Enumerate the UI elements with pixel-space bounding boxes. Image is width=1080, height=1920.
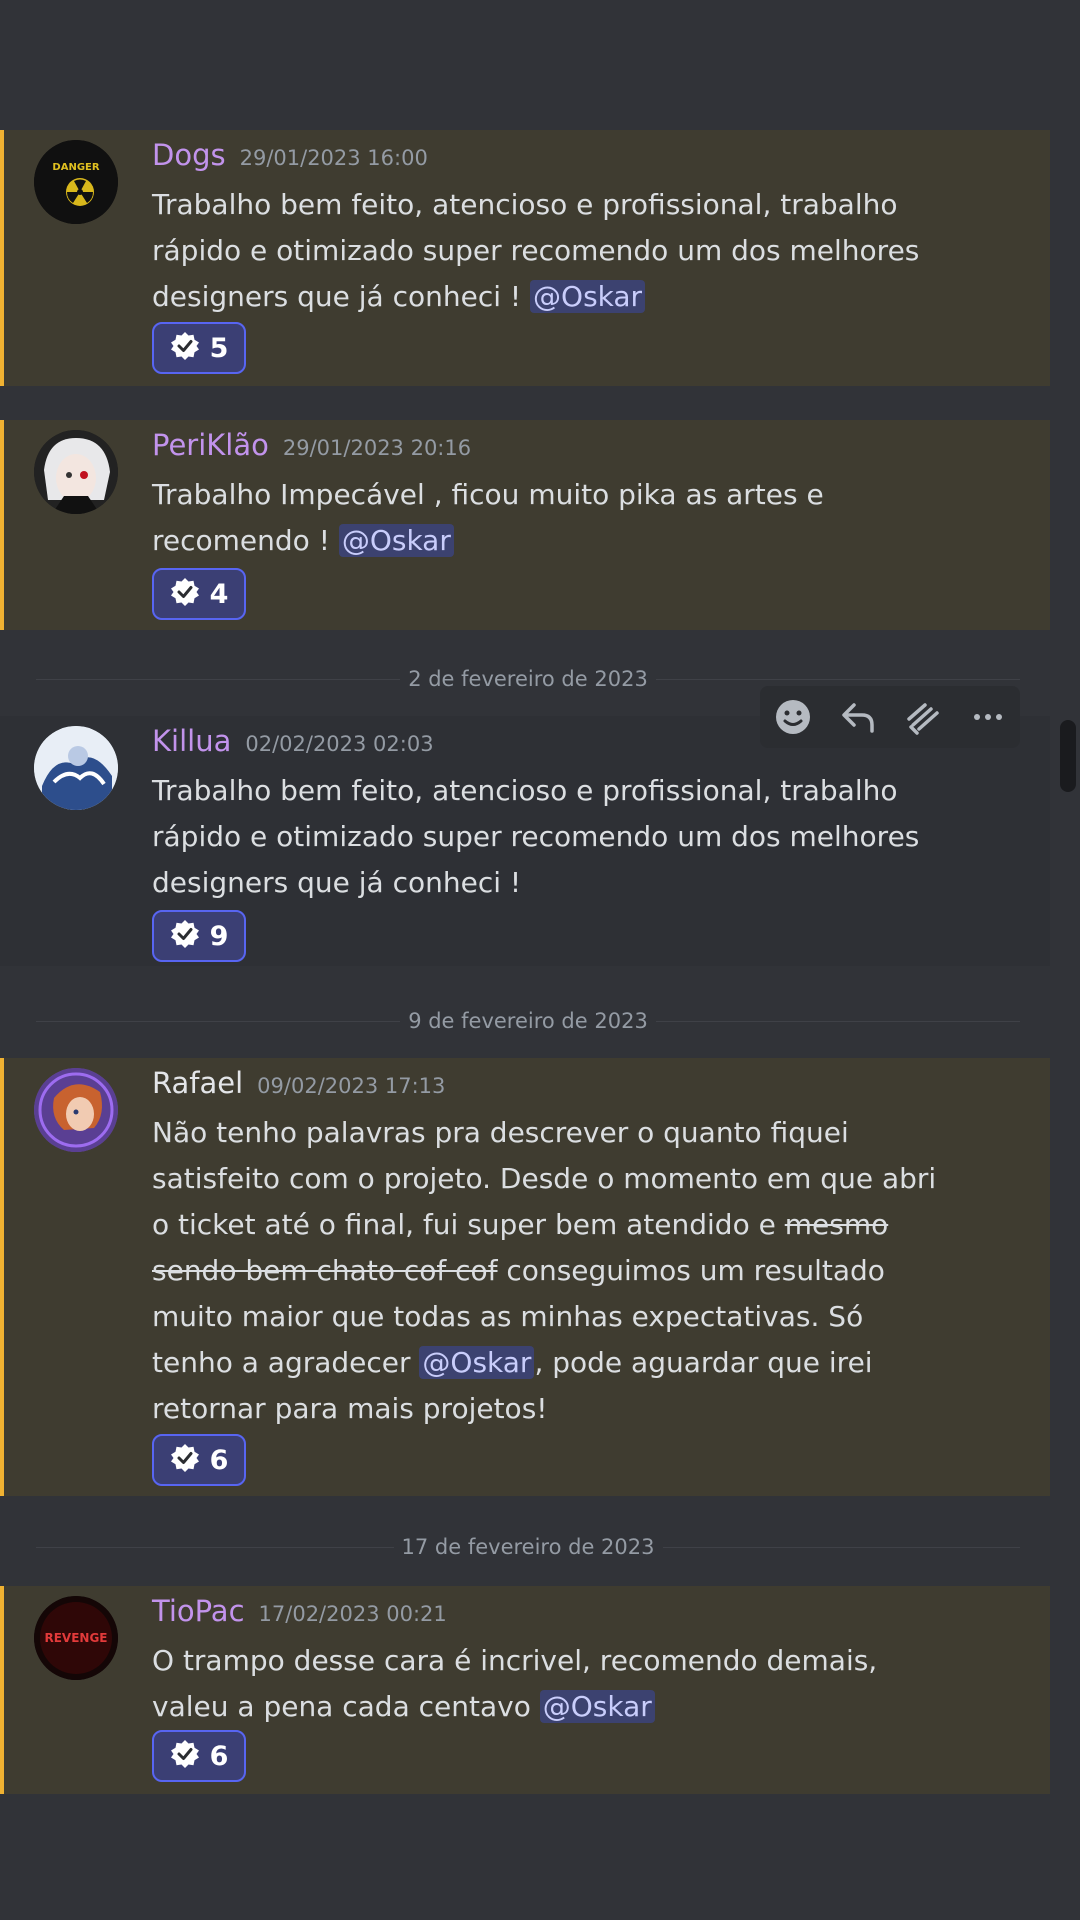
message-header: Killua 02/02/2023 02:03 bbox=[152, 724, 434, 758]
message: DANGER Dogs 29/01/2023 16:00 Trabalho bem… bbox=[0, 130, 1050, 386]
message-text: Trabalho bem feito, atencioso e profissi… bbox=[152, 768, 952, 906]
reaction-count: 5 bbox=[209, 332, 229, 364]
reaction-count: 4 bbox=[209, 578, 229, 610]
mention[interactable]: @Oskar bbox=[530, 280, 646, 313]
timestamp: 29/01/2023 20:16 bbox=[282, 436, 472, 460]
scrollbar-thumb[interactable] bbox=[1060, 720, 1076, 792]
timestamp: 29/01/2023 16:00 bbox=[239, 146, 428, 170]
check-badge-icon bbox=[170, 577, 200, 611]
check-badge-icon bbox=[170, 331, 200, 365]
username[interactable]: PeriKlão bbox=[152, 428, 269, 462]
thread-icon[interactable] bbox=[900, 694, 946, 740]
date-divider: 9 de fevereiro de 2023 bbox=[36, 1006, 1020, 1036]
message-text: Não tenho palavras pra descrever o quant… bbox=[152, 1110, 952, 1432]
reaction-button[interactable]: 6 bbox=[152, 1730, 246, 1782]
message: Killua 02/02/2023 02:03 Trabalho bem feit… bbox=[0, 716, 1050, 966]
svg-text:DANGER: DANGER bbox=[52, 162, 99, 173]
mention[interactable]: @Oskar bbox=[338, 524, 454, 557]
date-divider-label: 9 de fevereiro de 2023 bbox=[408, 1009, 648, 1033]
timestamp: 02/02/2023 02:03 bbox=[245, 732, 434, 756]
avatar[interactable] bbox=[34, 430, 118, 514]
mention[interactable]: @Oskar bbox=[419, 1346, 535, 1379]
message-header: Rafael 09/02/2023 17:13 bbox=[152, 1066, 445, 1100]
date-divider-label: 17 de fevereiro de 2023 bbox=[401, 1535, 655, 1559]
check-badge-icon bbox=[170, 919, 200, 953]
username[interactable]: Dogs bbox=[152, 138, 226, 172]
date-divider-label: 2 de fevereiro de 2023 bbox=[408, 667, 648, 691]
message-content: Trabalho bem feito, atencioso e profissi… bbox=[152, 774, 920, 899]
svg-text:REVENGE: REVENGE bbox=[44, 1631, 107, 1645]
message-content: O trampo desse cara é incrivel, recomend… bbox=[152, 1644, 878, 1723]
date-divider: 17 de fevereiro de 2023 bbox=[36, 1532, 1021, 1562]
message-header: Dogs 29/01/2023 16:00 bbox=[152, 138, 428, 172]
message-header: PeriKlão 29/01/2023 20:16 bbox=[152, 428, 471, 462]
message: Rafael 09/02/2023 17:13 Não tenho palavra… bbox=[0, 1058, 1050, 1496]
timestamp: 17/02/2023 00:21 bbox=[258, 1602, 447, 1626]
message-content: Trabalho Impecável , ficou muito pika as… bbox=[152, 478, 824, 557]
avatar[interactable] bbox=[34, 1068, 118, 1152]
reaction-button[interactable]: 4 bbox=[152, 568, 246, 620]
message-text: Trabalho bem feito, atencioso e profissi… bbox=[152, 182, 952, 320]
check-badge-icon bbox=[170, 1739, 200, 1773]
message-text: O trampo desse cara é incrivel, recomend… bbox=[152, 1638, 952, 1730]
message: REVENGE TioPac 17/02/2023 00:21 O trampo … bbox=[0, 1586, 1050, 1794]
reaction-count: 6 bbox=[209, 1740, 229, 1772]
message-actions-toolbar bbox=[760, 686, 1020, 748]
username[interactable]: TioPac bbox=[152, 1594, 245, 1628]
more-icon[interactable] bbox=[965, 694, 1011, 740]
reaction-count: 9 bbox=[209, 920, 229, 952]
reaction-button[interactable]: 6 bbox=[152, 1434, 246, 1486]
reaction-count: 6 bbox=[209, 1444, 229, 1476]
avatar[interactable]: DANGER bbox=[34, 140, 118, 224]
message-text: Trabalho Impecável , ficou muito pika as… bbox=[152, 472, 952, 564]
reaction-button[interactable]: 9 bbox=[152, 910, 246, 962]
message: PeriKlão 29/01/2023 20:16 Trabalho Impecá… bbox=[0, 420, 1050, 630]
reaction-button[interactable]: 5 bbox=[152, 322, 246, 374]
message-header: TioPac 17/02/2023 00:21 bbox=[152, 1594, 447, 1628]
username[interactable]: Killua bbox=[152, 724, 231, 758]
avatar[interactable] bbox=[34, 726, 118, 810]
check-badge-icon bbox=[170, 1443, 200, 1477]
timestamp: 09/02/2023 17:13 bbox=[257, 1074, 446, 1098]
username[interactable]: Rafael bbox=[152, 1066, 243, 1100]
avatar[interactable]: REVENGE bbox=[34, 1596, 118, 1680]
mention[interactable]: @Oskar bbox=[539, 1690, 655, 1723]
add-reaction-icon[interactable] bbox=[770, 694, 816, 740]
reply-icon[interactable] bbox=[835, 694, 881, 740]
